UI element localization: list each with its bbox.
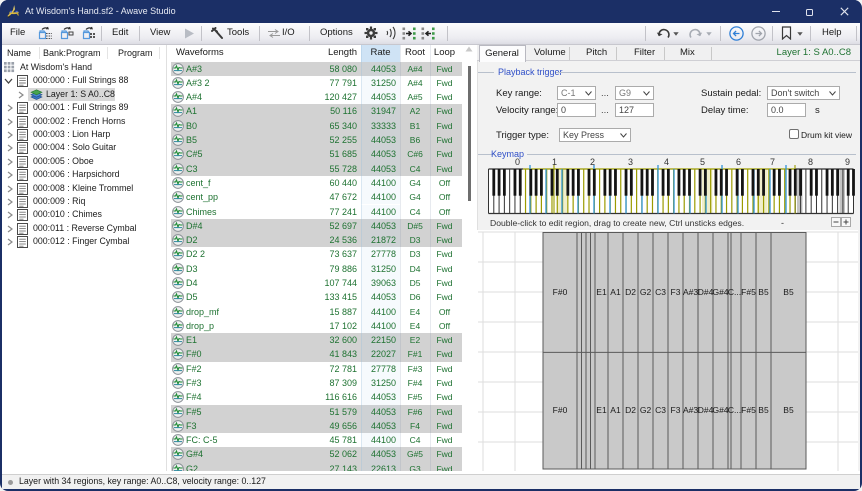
svg-text:C3: C3 [655, 405, 666, 415]
svg-text:F#5: F#5 [741, 287, 756, 297]
svg-text:G2: G2 [640, 405, 652, 415]
svg-text:A#3: A#3 [683, 405, 698, 415]
svg-text:A#3: A#3 [683, 287, 698, 297]
svg-text:G#4: G#4 [712, 405, 728, 415]
svg-text:G#4: G#4 [712, 287, 728, 297]
svg-text:D#4: D#4 [698, 405, 714, 415]
svg-text:D#4: D#4 [698, 287, 714, 297]
svg-text:B5: B5 [758, 405, 769, 415]
svg-text:F#5: F#5 [741, 405, 756, 415]
svg-text:B5: B5 [783, 405, 794, 415]
svg-text:C...: C... [728, 405, 741, 415]
svg-text:E1: E1 [596, 287, 607, 297]
svg-text:D2: D2 [625, 287, 636, 297]
svg-text:D2: D2 [625, 405, 636, 415]
svg-text:F3: F3 [671, 287, 681, 297]
svg-text:G2: G2 [640, 287, 652, 297]
svg-text:B5: B5 [783, 287, 794, 297]
svg-text:A1: A1 [610, 287, 621, 297]
svg-text:C...: C... [728, 287, 741, 297]
svg-text:F#0: F#0 [553, 405, 568, 415]
svg-text:B5: B5 [758, 287, 769, 297]
svg-text:F3: F3 [671, 405, 681, 415]
svg-text:C3: C3 [655, 287, 666, 297]
svg-text:F#0: F#0 [553, 287, 568, 297]
svg-text:A1: A1 [610, 405, 621, 415]
svg-text:E1: E1 [596, 405, 607, 415]
